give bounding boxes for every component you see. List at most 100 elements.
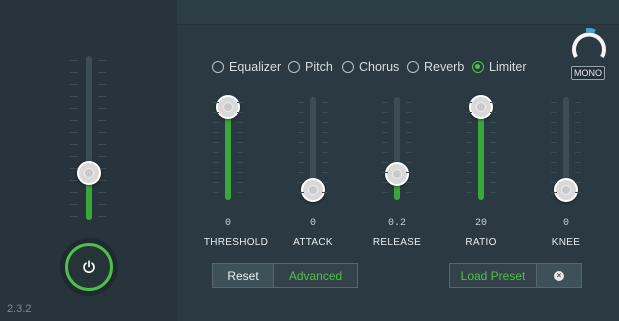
ratio-value: 20 [474, 218, 487, 229]
tick-mark [98, 108, 106, 109]
tick-mark [490, 182, 496, 183]
tick-mark [406, 132, 412, 133]
threshold-knob[interactable] [216, 95, 240, 119]
close-icon: × [554, 270, 564, 281]
tick-mark [237, 112, 243, 113]
radio-icon [342, 61, 354, 73]
tick-mark [298, 122, 304, 123]
tick-mark [551, 172, 557, 173]
radio-icon [407, 61, 419, 73]
master-volume-knob[interactable] [77, 161, 101, 185]
top-strip [177, 0, 619, 25]
tick-mark [490, 122, 496, 123]
tick-mark [575, 172, 581, 173]
tick-mark [98, 204, 106, 205]
tick-mark [98, 156, 106, 157]
tick-mark [382, 122, 388, 123]
tab-label: Reverb [424, 60, 465, 74]
tick-mark [382, 172, 388, 173]
reset-button[interactable]: Reset [212, 263, 274, 288]
release-label: RELEASE [372, 237, 422, 248]
tick-mark [551, 122, 557, 123]
tick-mark [406, 122, 412, 123]
tick-mark [98, 72, 106, 73]
tick-mark [237, 132, 243, 133]
tick-mark [237, 192, 243, 193]
tick-mark [382, 142, 388, 143]
tick-mark [575, 122, 581, 123]
tick-mark [322, 132, 328, 133]
tick-mark [575, 182, 581, 183]
tick-mark [298, 182, 304, 183]
tab-equalizer[interactable]: Equalizer [212, 59, 281, 75]
tab-pitch[interactable]: Pitch [288, 59, 333, 75]
tab-label: Chorus [359, 60, 400, 74]
tick-mark [551, 142, 557, 143]
tab-chorus[interactable]: Chorus [342, 59, 399, 75]
load-preset-button[interactable]: Load Preset [449, 263, 537, 288]
tick-mark [237, 152, 243, 153]
tick-mark [213, 132, 219, 133]
tick-mark [551, 132, 557, 133]
tick-mark [298, 172, 304, 173]
tick-mark [237, 182, 243, 183]
tick-mark [322, 142, 328, 143]
ratio-knob[interactable] [469, 95, 493, 119]
tick-mark [466, 112, 472, 113]
tick-mark [382, 112, 388, 113]
tick-mark [98, 60, 106, 61]
tick-mark [490, 152, 496, 153]
tick-mark [70, 144, 78, 145]
mono-button[interactable]: MONO [571, 66, 605, 80]
advanced-button[interactable]: Advanced [274, 263, 358, 288]
tick-mark [213, 102, 219, 103]
app-window: 2.3.2 Equalizer Pitch Chorus Reverb Limi… [0, 0, 619, 321]
tick-mark [322, 182, 328, 183]
tick-mark [70, 192, 78, 193]
tick-mark [575, 102, 581, 103]
tick-mark [551, 152, 557, 153]
tick-mark [406, 192, 412, 193]
tick-mark [490, 132, 496, 133]
tick-mark [70, 216, 78, 217]
tick-mark [98, 96, 106, 97]
tick-mark [298, 112, 304, 113]
tick-mark [551, 182, 557, 183]
tick-mark [98, 84, 106, 85]
tick-mark [382, 102, 388, 103]
tick-mark [551, 162, 557, 163]
tick-mark [382, 152, 388, 153]
threshold-fill [225, 106, 231, 200]
tick-mark [322, 102, 328, 103]
tick-mark [213, 182, 219, 183]
mono-gauge[interactable] [570, 26, 608, 64]
tick-mark [490, 192, 496, 193]
tick-mark [551, 102, 557, 103]
tab-reverb[interactable]: Reverb [407, 59, 464, 75]
tick-mark [322, 152, 328, 153]
tick-mark [70, 204, 78, 205]
knee-label: KNEE [551, 237, 581, 248]
tick-mark [213, 122, 219, 123]
tick-mark [490, 162, 496, 163]
tick-mark [237, 142, 243, 143]
threshold-value: 0 [224, 218, 231, 229]
power-button[interactable] [65, 243, 113, 291]
tick-mark [70, 120, 78, 121]
version-label: 2.3.2 [7, 303, 32, 315]
tick-mark [213, 142, 219, 143]
tick-mark [406, 142, 412, 143]
tick-mark [298, 192, 304, 193]
tick-mark [322, 172, 328, 173]
tick-mark [466, 172, 472, 173]
tab-limiter[interactable]: Limiter [472, 59, 527, 75]
tick-mark [70, 84, 78, 85]
tick-mark [466, 182, 472, 183]
tick-mark [70, 180, 78, 181]
tick-mark [70, 132, 78, 133]
tick-mark [322, 192, 328, 193]
tick-mark [213, 162, 219, 163]
clear-preset-button[interactable]: × [537, 263, 582, 288]
tick-mark [98, 216, 106, 217]
knee-value: 0 [562, 218, 569, 229]
